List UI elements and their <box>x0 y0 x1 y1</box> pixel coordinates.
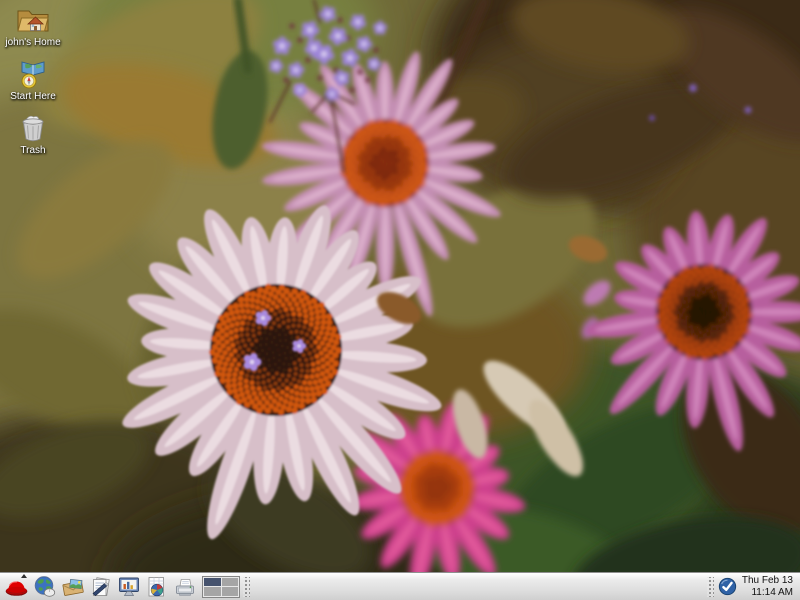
clock-time: 11:14 AM <box>742 587 793 599</box>
workspace-3[interactable] <box>204 587 221 596</box>
update-notification-button[interactable] <box>717 576 739 598</box>
main-menu-button[interactable] <box>3 574 30 600</box>
desktop-icons: john's Home Start Here <box>1 5 65 156</box>
trash-icon <box>16 113 50 143</box>
home-folder-icon <box>16 5 50 35</box>
menu-up-arrow-icon <box>21 574 27 578</box>
printer-icon <box>173 575 197 599</box>
desktop-icon-label: Start Here <box>10 91 56 102</box>
screen-chart-icon <box>117 575 141 599</box>
email-button[interactable] <box>59 574 86 600</box>
desktop-icon-label: Trash <box>20 145 45 156</box>
desktop-icon-start-here[interactable]: Start Here <box>1 59 65 102</box>
wallpaper <box>0 0 800 600</box>
desktop-icon-trash[interactable]: Trash <box>1 113 65 156</box>
spreadsheet-button[interactable] <box>143 574 170 600</box>
start-here-icon <box>16 59 50 89</box>
documents-pen-icon <box>89 575 113 599</box>
envelope-photo-icon <box>61 575 85 599</box>
panel-drag-handle[interactable] <box>243 577 250 597</box>
desktop: john's Home Start Here <box>0 0 800 600</box>
desktop-icon-label: john's Home <box>5 37 60 48</box>
clock-date: Thu Feb 13 <box>742 575 793 587</box>
presentation-button[interactable] <box>115 574 142 600</box>
print-manager-button[interactable] <box>171 574 198 600</box>
workspace-switcher[interactable] <box>202 576 240 598</box>
globe-mouse-icon <box>33 575 57 599</box>
workspace-2[interactable] <box>222 578 239 587</box>
taskbar-panel: Thu Feb 13 11:14 AM <box>0 572 800 600</box>
workspace-1[interactable] <box>204 578 221 587</box>
red-hat-icon <box>4 575 29 599</box>
panel-drag-handle[interactable] <box>707 577 714 597</box>
word-processor-button[interactable] <box>87 574 114 600</box>
clock[interactable]: Thu Feb 13 11:14 AM <box>742 575 793 599</box>
sheet-pie-icon <box>145 575 169 599</box>
blue-check-icon <box>718 577 737 596</box>
web-browser-button[interactable] <box>31 574 58 600</box>
desktop-icon-johns-home[interactable]: john's Home <box>1 5 65 48</box>
workspace-4[interactable] <box>222 587 239 596</box>
